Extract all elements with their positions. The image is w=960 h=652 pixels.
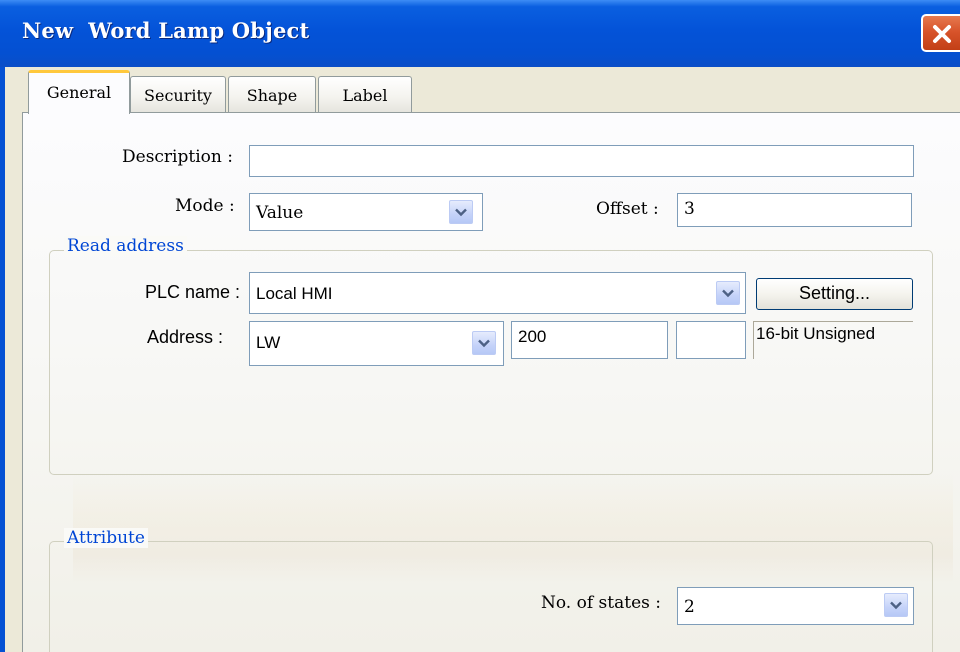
tab-shape[interactable]: Shape <box>228 76 316 112</box>
chevron-down-icon <box>890 601 902 610</box>
device-type-value: LW <box>256 333 281 352</box>
tab-label[interactable]: Label <box>318 76 412 112</box>
offset-label: Offset : <box>596 199 659 219</box>
mode-select[interactable]: Value <box>249 193 483 231</box>
states-dropdown-button[interactable] <box>884 593 908 617</box>
address-label: Address : <box>147 327 224 347</box>
mode-label: Mode : <box>175 196 235 216</box>
chevron-down-icon <box>722 289 734 298</box>
states-select[interactable]: 2 <box>677 587 914 625</box>
attribute-legend: Attribute <box>64 528 148 548</box>
plc-name-label: PLC name : <box>145 282 241 302</box>
tab-security[interactable]: Security <box>130 76 226 112</box>
plc-name-value: Local HMI <box>256 284 333 303</box>
mode-dropdown-button[interactable] <box>449 200 473 224</box>
address-field[interactable]: 200 <box>511 321 668 359</box>
plc-name-select[interactable]: Local HMI <box>249 272 746 314</box>
title-bar[interactable]: New Word Lamp Object <box>0 0 960 67</box>
mode-select-value: Value <box>256 203 304 223</box>
data-format-display: 16-bit Unsigned <box>753 321 913 359</box>
states-label: No. of states : <box>541 593 661 613</box>
chevron-down-icon <box>478 339 490 348</box>
offset-field[interactable]: 3 <box>677 193 912 227</box>
window-title: New Word Lamp Object <box>22 18 310 43</box>
description-field[interactable] <box>249 145 914 177</box>
states-value: 2 <box>684 597 695 617</box>
read-address-legend: Read address <box>64 236 187 256</box>
close-button[interactable] <box>921 14 960 52</box>
setting-button[interactable]: Setting... <box>756 278 913 310</box>
device-type-dropdown-button[interactable] <box>472 331 496 355</box>
plc-name-dropdown-button[interactable] <box>716 281 740 305</box>
close-icon <box>933 25 951 43</box>
device-type-select[interactable]: LW <box>249 321 504 366</box>
description-label: Description : <box>122 147 233 167</box>
tab-general[interactable]: General <box>28 70 130 114</box>
dialog-window: New Word Lamp Object General Security Sh… <box>0 0 960 652</box>
chevron-down-icon <box>455 208 467 217</box>
address-suffix-field[interactable] <box>676 321 746 359</box>
